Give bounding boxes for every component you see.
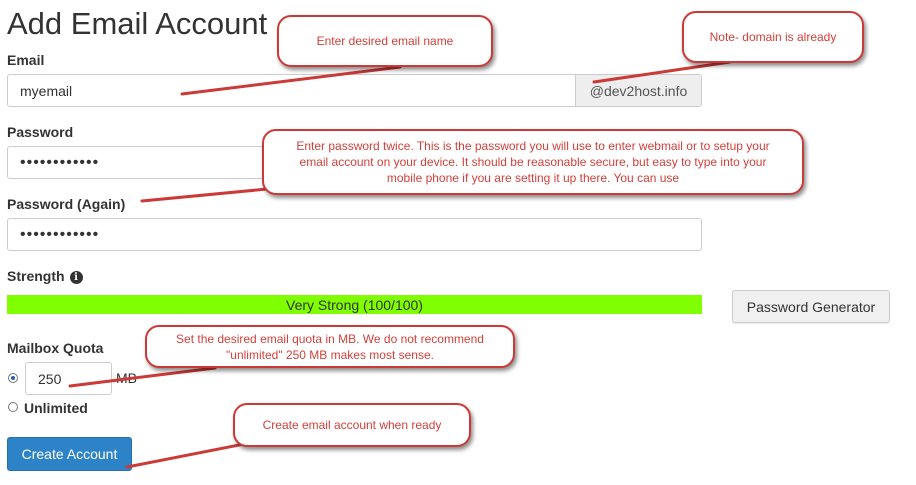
callout-create-note: Create email account when ready — [233, 403, 471, 447]
callout-domain-note: Note- domain is already — [682, 11, 864, 63]
callout-email-name: Enter desired email name — [277, 15, 493, 67]
arrow-domain-note — [592, 60, 732, 84]
arrow-email-name — [180, 65, 402, 96]
callout-quota-note: Set the desired email quota in MB. We do… — [145, 325, 515, 368]
arrow-quota-note — [68, 366, 217, 388]
callout-password-note: Enter password twice. This is the passwo… — [262, 129, 804, 195]
